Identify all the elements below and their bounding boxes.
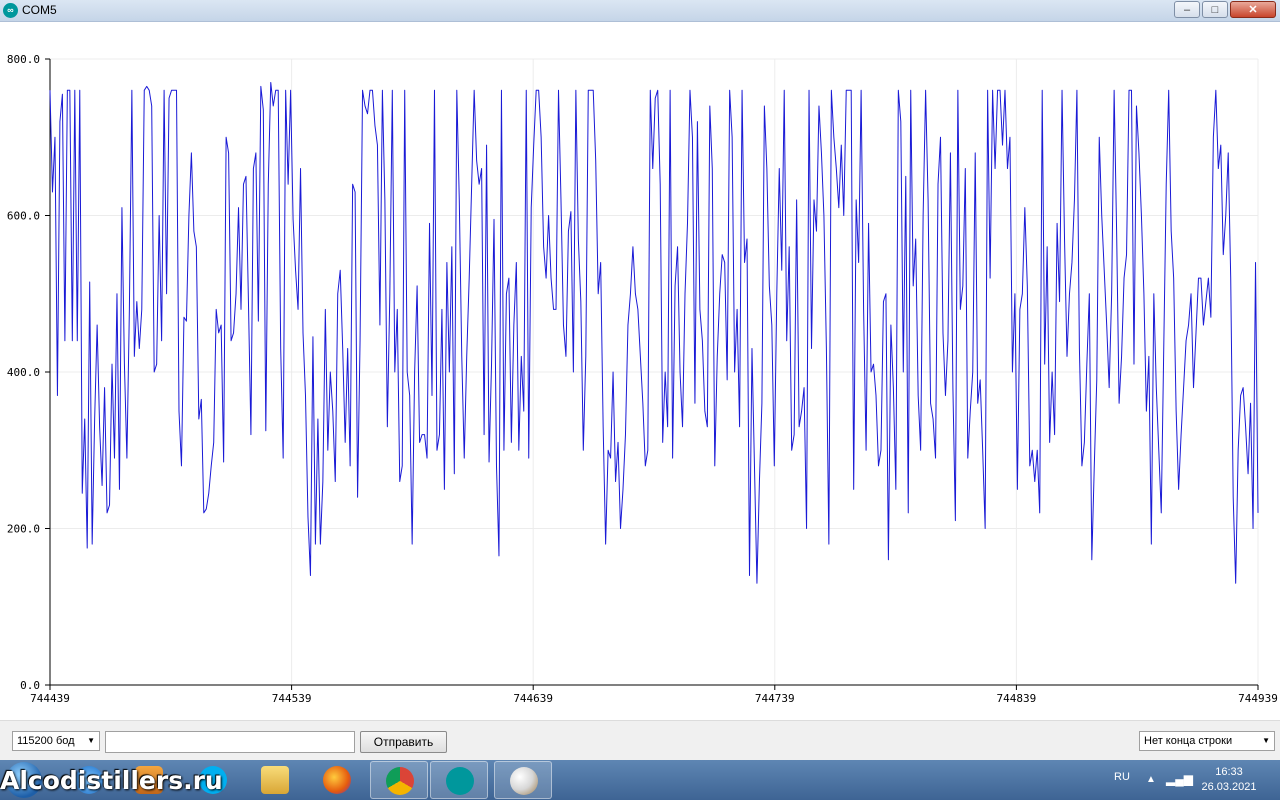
tray-expand-icon[interactable]: ▲	[1146, 774, 1156, 785]
x-tick-label: 744839	[997, 692, 1037, 705]
baud-rate-value: 115200 бод	[17, 735, 75, 747]
x-tick-label: 744539	[272, 692, 312, 705]
system-clock[interactable]: 16:33 26.03.2021	[1198, 765, 1260, 795]
folder-icon	[261, 766, 289, 794]
y-tick-label: 0.0	[20, 679, 40, 692]
taskbar-explorer[interactable]	[246, 761, 304, 799]
x-tick-label: 744739	[755, 692, 795, 705]
close-button[interactable]: ✕	[1230, 1, 1276, 18]
baud-rate-select[interactable]: 115200 бод ▼	[12, 731, 100, 751]
bottom-toolbar: 115200 бод ▼ Отправить Нет конца строки …	[0, 720, 1280, 761]
y-tick-label: 200.0	[7, 523, 40, 536]
taskbar-chrome[interactable]	[370, 761, 428, 799]
language-indicator[interactable]: RU	[1114, 771, 1130, 783]
send-input[interactable]	[105, 731, 355, 753]
series-line-0	[49, 81, 1259, 584]
minimize-button[interactable]: –	[1174, 1, 1200, 18]
watermark: Alcodistillers.ru	[0, 766, 223, 795]
chevron-down-icon: ▼	[87, 736, 95, 745]
maximize-button[interactable]: □	[1202, 1, 1228, 18]
clock-date: 26.03.2021	[1201, 781, 1257, 793]
send-button[interactable]: Отправить	[360, 731, 447, 753]
window-title: COM5	[22, 3, 57, 17]
chevron-down-icon: ▼	[1262, 736, 1270, 745]
line-ending-value: Нет конца строки	[1144, 735, 1233, 747]
x-tick-label: 744439	[30, 692, 70, 705]
taskbar-firefox[interactable]	[308, 761, 366, 799]
x-tick-label: 744939	[1238, 692, 1278, 705]
arduino-icon	[446, 767, 474, 795]
arduino-icon: ∞	[3, 3, 18, 18]
x-tick-label: 744639	[513, 692, 553, 705]
y-tick-label: 600.0	[7, 210, 40, 223]
chrome-icon	[386, 767, 414, 795]
y-tick-label: 400.0	[7, 366, 40, 379]
title-bar: ∞ COM5 – □ ✕	[0, 0, 1280, 22]
taskbar-paint[interactable]	[494, 761, 552, 799]
serial-plotter-chart: 0.0 200.0 400.0 600.0 800.0 744439 744539 74463…	[0, 22, 1280, 720]
line-ending-select[interactable]: Нет конца строки ▼	[1139, 731, 1275, 751]
firefox-icon	[323, 766, 351, 794]
taskbar-arduino[interactable]	[430, 761, 488, 799]
network-signal-icon[interactable]: ▂▄▆	[1166, 772, 1193, 786]
paint-icon	[510, 767, 538, 795]
clock-time: 16:33	[1215, 766, 1243, 778]
y-tick-label: 800.0	[7, 53, 40, 66]
